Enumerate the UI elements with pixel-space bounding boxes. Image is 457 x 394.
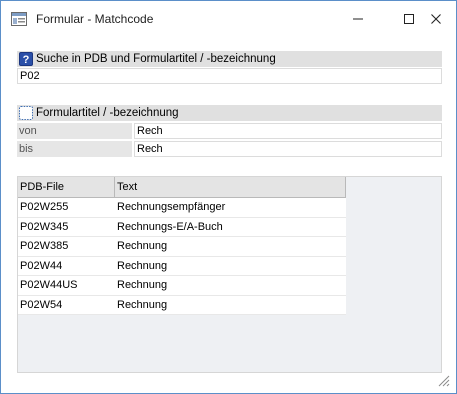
resize-grip-icon[interactable]	[436, 373, 450, 387]
results-grid[interactable]: PDB-File Text P02W255 Rechnungsempfänger…	[17, 176, 442, 373]
bis-input[interactable]: Rech	[134, 141, 442, 157]
search-section-header: ? Suche in PDB und Formulartitel / -beze…	[17, 51, 442, 67]
table-row[interactable]: P02W44 Rechnung	[18, 256, 346, 276]
table-row[interactable]: P02W345 Rechnungs-E/A-Buch	[18, 217, 346, 237]
pdb-file-cell: P02W44	[20, 259, 63, 272]
close-button[interactable]	[423, 7, 449, 31]
range-section-header: Formulartitel / -bezeichnung	[17, 105, 442, 121]
maximize-button[interactable]	[396, 7, 422, 31]
text-cell: Rechnung	[117, 298, 168, 311]
pdb-file-cell: P02W385	[20, 240, 69, 252]
column-header-pdb-file[interactable]: PDB-File	[18, 177, 115, 198]
help-question-icon: ?	[19, 52, 33, 66]
text-cell: Rechnungs-E/A-Buch	[117, 220, 223, 233]
text-cell: Rechnung	[117, 240, 168, 252]
dotted-selection-icon	[19, 106, 33, 120]
text-cell: Rechnung	[117, 279, 168, 291]
table-row[interactable]: P02W385 Rechnung	[18, 237, 346, 257]
grid-header: PDB-File Text	[18, 177, 346, 198]
table-row[interactable]: P02W44US Rechnung	[18, 276, 346, 296]
von-input[interactable]: Rech	[134, 123, 442, 139]
column-header-text[interactable]: Text	[115, 177, 346, 198]
close-icon	[431, 14, 441, 24]
title-bar[interactable]: Formular - Matchcode	[1, 1, 456, 37]
pdb-file-cell: P02W345	[20, 220, 69, 233]
pdb-file-cell: P02W44US	[20, 279, 78, 291]
pdb-file-cell: P02W54	[20, 298, 63, 311]
table-row[interactable]: P02W255 Rechnungsempfänger	[18, 198, 346, 218]
pdb-file-cell: P02W255	[20, 201, 69, 213]
grid-rows: P02W255 Rechnungsempfänger P02W345 Rechn…	[18, 198, 346, 315]
maximize-icon	[404, 14, 414, 24]
minimize-icon	[353, 18, 363, 20]
search-section-label: Suche in PDB und Formulartitel / -bezeic…	[36, 53, 276, 65]
range-section-label: Formulartitel / -bezeichnung	[36, 107, 179, 119]
text-cell: Rechnung	[117, 259, 168, 272]
von-label: von	[17, 123, 132, 139]
text-cell: Rechnungsempfänger	[117, 201, 226, 213]
search-input[interactable]: P02	[17, 68, 442, 84]
bis-label: bis	[17, 141, 132, 157]
matchcode-window: Formular - Matchcode ? Suche in PDB und …	[0, 0, 457, 394]
minimize-button[interactable]	[345, 7, 371, 31]
window-title: Formular - Matchcode	[36, 12, 154, 26]
form-window-icon	[11, 12, 27, 26]
svg-text:?: ?	[23, 54, 30, 66]
table-row[interactable]: P02W54 Rechnung	[18, 295, 346, 315]
